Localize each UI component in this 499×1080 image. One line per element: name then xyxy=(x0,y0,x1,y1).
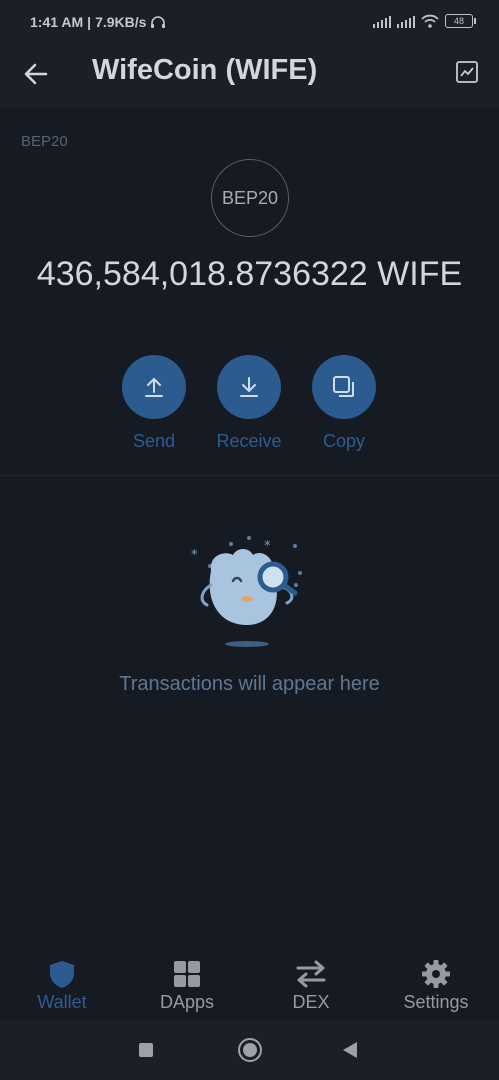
app-header: WifeCoin (WIFE) xyxy=(0,44,499,108)
status-right: 48 xyxy=(373,14,476,28)
svg-text:*: * xyxy=(191,548,198,563)
magnifier-mascot-icon: * * xyxy=(191,536,302,647)
svg-text:*: * xyxy=(264,539,271,554)
status-network-speed: 7.9KB/s xyxy=(95,14,147,30)
grid-icon xyxy=(174,961,200,987)
send-button-circle[interactable] xyxy=(122,355,186,419)
receive-button[interactable]: Receive xyxy=(199,355,299,452)
shield-icon xyxy=(50,961,74,988)
status-time: 1:41 AM xyxy=(30,14,84,30)
send-button[interactable]: Send xyxy=(104,355,204,452)
tab-settings[interactable]: Settings xyxy=(381,958,491,1013)
copy-button[interactable]: Copy xyxy=(294,355,394,452)
signal-icon xyxy=(397,15,415,28)
home-icon[interactable] xyxy=(238,1038,262,1062)
empty-transactions-message: Transactions will appear here xyxy=(119,673,380,695)
arrow-left-icon[interactable] xyxy=(22,58,50,90)
tab-wallet-label: Wallet xyxy=(37,992,87,1012)
tab-dex[interactable]: DEX xyxy=(256,958,366,1013)
chart-line-icon[interactable] xyxy=(455,60,479,84)
network-label: BEP20 xyxy=(21,133,68,150)
status-bar: 1:41 AM | 7.9KB/s 48 xyxy=(0,0,499,44)
battery-icon: 48 xyxy=(445,14,476,28)
token-balance: 436,584,018.8736322 WIFE xyxy=(36,255,463,293)
back-triangle-icon[interactable] xyxy=(343,1042,357,1058)
swap-icon xyxy=(296,960,326,988)
bottom-tab-bar: Wallet DApps DEX Settings xyxy=(0,948,499,1020)
receive-label: Receive xyxy=(216,431,282,451)
receive-button-circle[interactable] xyxy=(217,355,281,419)
status-separator: | xyxy=(87,14,92,30)
tab-settings-label: Settings xyxy=(403,992,469,1012)
send-label: Send xyxy=(132,431,176,451)
signal-icon xyxy=(373,15,391,28)
tab-dapps-label: DApps xyxy=(159,992,215,1012)
upload-icon xyxy=(145,378,163,397)
token-icon-text: BEP20 xyxy=(221,187,279,208)
recents-icon[interactable] xyxy=(139,1043,153,1057)
headphones-icon xyxy=(151,16,166,28)
token-icon: BEP20 xyxy=(211,159,289,237)
download-icon xyxy=(240,377,258,397)
tab-wallet[interactable]: Wallet xyxy=(7,958,117,1013)
copy-button-circle[interactable] xyxy=(312,355,376,419)
page-title: WifeCoin (WIFE) xyxy=(92,54,318,86)
status-left: 1:41 AM | 7.9KB/s xyxy=(30,14,166,30)
section-divider xyxy=(0,475,499,476)
gear-icon xyxy=(422,960,450,988)
system-nav-bar xyxy=(0,1020,499,1080)
copy-icon xyxy=(333,376,354,397)
tab-dex-label: DEX xyxy=(292,992,330,1012)
copy-label: Copy xyxy=(322,431,366,451)
tab-dapps[interactable]: DApps xyxy=(132,958,242,1013)
wifi-icon xyxy=(421,14,439,28)
